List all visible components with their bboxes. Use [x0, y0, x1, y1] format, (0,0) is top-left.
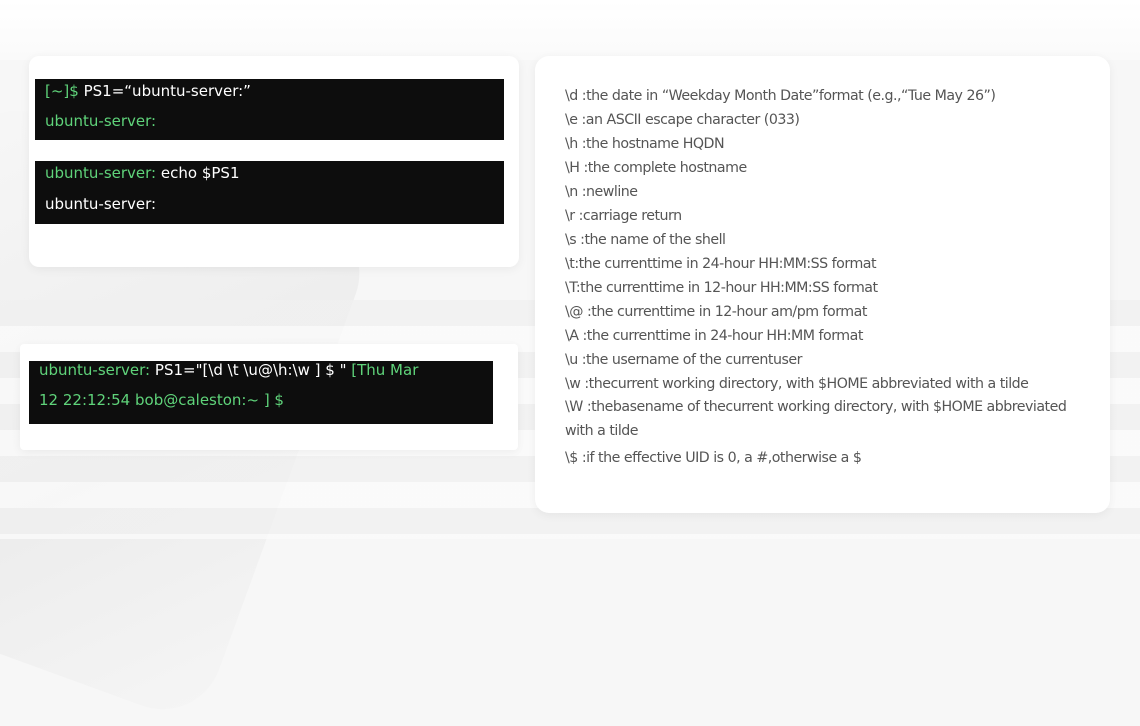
terminal-line: ubuntu-server: PS1="[\d \t \u@\h:\w ] $ … [39, 361, 418, 379]
shell-prompt: ubuntu-server: [45, 112, 157, 130]
list-item: \W :thebasename of thecurrent working di… [565, 399, 1067, 439]
shell-command: PS1=“ubuntu-server:” [83, 82, 251, 100]
shell-command: PS1="[\d \t \u@\h:\w ] $ " [154, 361, 347, 379]
ps1-escape-reference-list: \d :the date in “Weekday Month Date”form… [565, 84, 1085, 470]
list-item: \@ :the currenttime in 12-hour am/pm for… [565, 304, 867, 320]
list-item: \w :thecurrent working directory, with $… [565, 376, 1029, 392]
shell-prompt: [~]$ [45, 82, 79, 100]
list-item: \H :the complete hostname [565, 160, 747, 176]
list-item: \h :the hostname HQDN [565, 136, 725, 152]
shell-prompt: ubuntu-server: [45, 164, 157, 182]
background-top [0, 0, 1140, 60]
shell-prompt: ubuntu-server: [39, 361, 151, 379]
terminal-line: ubuntu-server: [45, 112, 156, 130]
terminal-custom-ps1: ubuntu-server: PS1="[\d \t \u@\h:\w ] $ … [29, 361, 493, 424]
terminal-line: 12 22:12:54 bob@caleston:~ ] $ [39, 391, 284, 409]
shell-command: echo $PS1 [160, 164, 240, 182]
list-item: \s :the name of the shell [565, 232, 726, 248]
shell-output: 12 22:12:54 bob@caleston:~ ] $ [39, 391, 284, 409]
list-item: \d :the date in “Weekday Month Date”form… [565, 88, 996, 104]
terminal-echo-ps1: ubuntu-server: echo $PS1 ubuntu-server: [35, 161, 504, 224]
terminal-set-ps1: [~]$ PS1=“ubuntu-server:” ubuntu-server: [35, 79, 504, 140]
list-item: \t:the currenttime in 24-hour HH:MM:SS f… [565, 256, 877, 272]
list-item: \T:the currenttime in 12-hour HH:MM:SS f… [565, 280, 878, 296]
shell-output: [Thu Mar [351, 361, 419, 379]
list-item: \e :an ASCII escape character (033) [565, 112, 800, 128]
list-item: \u :the username of the currentuser [565, 352, 802, 368]
shell-output: ubuntu-server: [45, 195, 157, 213]
list-item: \n :newline [565, 184, 638, 200]
list-item: \$ :if the effective UID is 0, a #,other… [565, 450, 862, 466]
list-item: \r :carriage return [565, 208, 682, 224]
terminal-line: ubuntu-server: echo $PS1 [45, 164, 240, 182]
terminal-line: [~]$ PS1=“ubuntu-server:” [45, 82, 251, 100]
list-item: \A :the currenttime in 24-hour HH:MM for… [565, 328, 863, 344]
terminal-output: ubuntu-server: [45, 195, 156, 213]
